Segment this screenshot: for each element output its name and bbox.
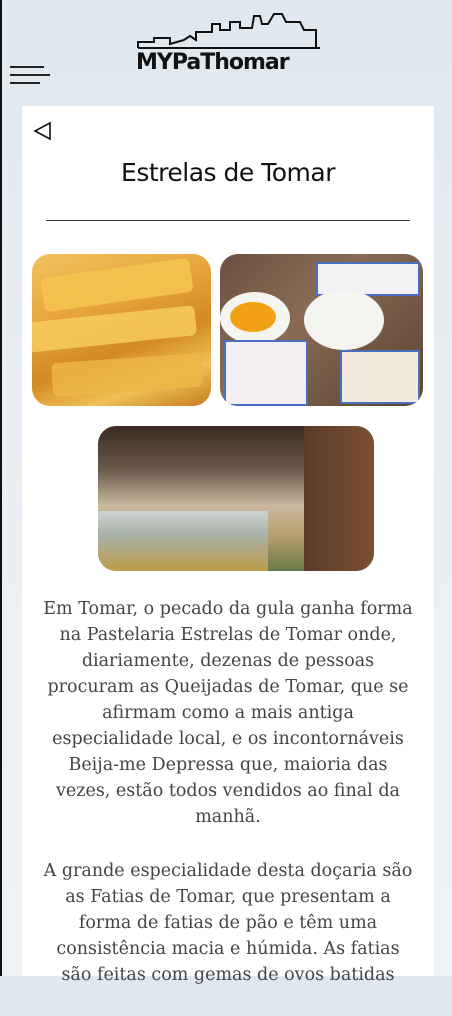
- title-divider: [46, 220, 410, 221]
- photo-detail: [304, 426, 374, 571]
- logo-text: MYPaThomar: [136, 50, 290, 75]
- photo-queijadas-pastries[interactable]: [220, 254, 423, 406]
- article-body: Em Tomar, o pecado da gula ganha forma n…: [42, 596, 414, 1016]
- article-panel: Estrelas de Tomar Em Tomar, o pecado da …: [22, 106, 434, 985]
- photo-detail: [98, 511, 268, 571]
- photo-detail: [224, 340, 308, 406]
- menu-line: [10, 66, 44, 68]
- header: MYPaThomar: [0, 0, 452, 100]
- photo-detail: [32, 305, 198, 353]
- article-paragraph: Em Tomar, o pecado da gula ganha forma n…: [43, 599, 413, 827]
- back-triangle-icon[interactable]: [32, 120, 54, 142]
- menu-line: [10, 74, 50, 76]
- photo-detail: [230, 302, 276, 332]
- logo[interactable]: MYPaThomar: [134, 10, 324, 80]
- photo-detail: [304, 290, 384, 350]
- article-paragraph: A grande especialidade desta doçaria são…: [43, 861, 413, 985]
- photo-fatias-de-tomar[interactable]: [32, 254, 211, 406]
- left-edge: [0, 0, 2, 976]
- photo-detail: [340, 350, 420, 404]
- castle-skyline-icon: [137, 13, 320, 49]
- photo-detail: [50, 352, 204, 398]
- hamburger-icon[interactable]: [10, 66, 52, 92]
- photo-pastelaria-interior[interactable]: [98, 426, 374, 571]
- photo-detail: [40, 257, 194, 313]
- menu-line: [10, 82, 40, 84]
- page-title: Estrelas de Tomar: [121, 158, 335, 187]
